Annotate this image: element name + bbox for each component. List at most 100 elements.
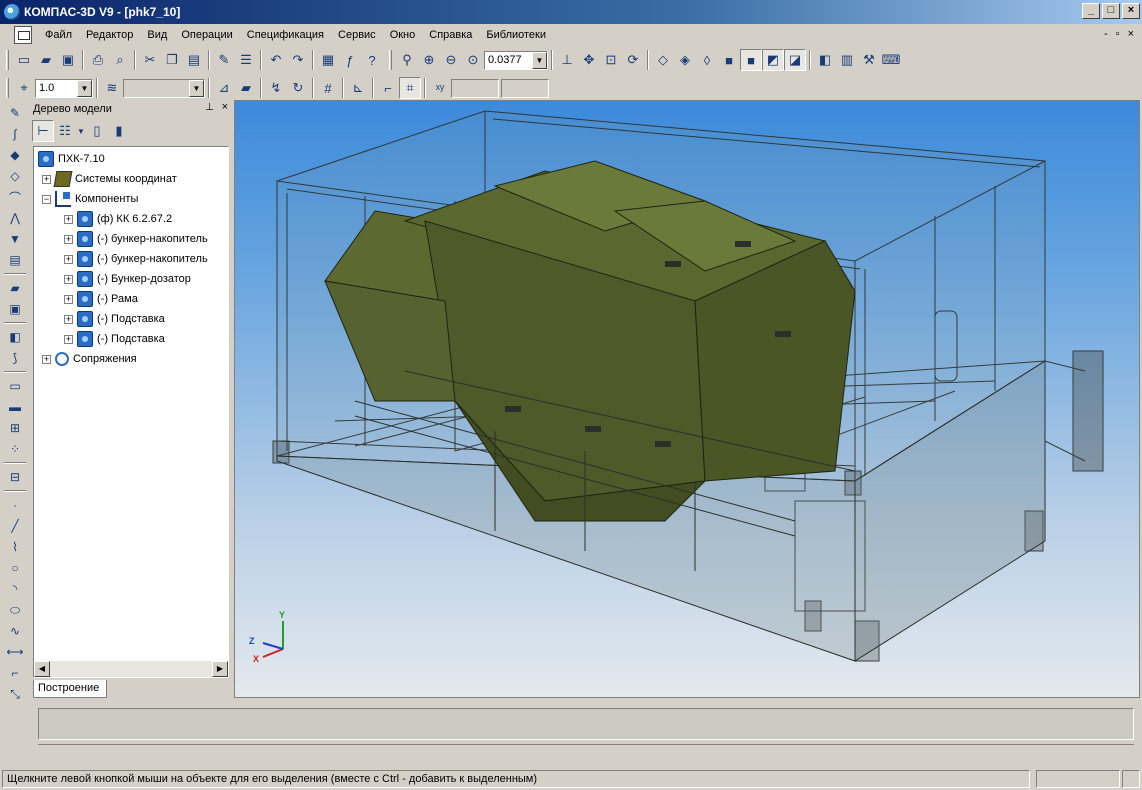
tree-item[interactable]: + (-) Бункер-дозатор [64, 269, 191, 289]
snap-icon[interactable]: ↯ [265, 77, 287, 99]
zoom-fit-icon[interactable]: ⊡ [600, 49, 622, 71]
view-manager-icon[interactable]: ⊟ [4, 467, 26, 487]
chevron-down-icon[interactable]: ▼ [77, 79, 92, 97]
coord-y-field[interactable] [501, 78, 549, 98]
shaded-edges-icon[interactable]: ■ [740, 49, 762, 71]
extrude-icon[interactable]: ◆ [4, 145, 26, 165]
menu-operations[interactable]: Операции [174, 27, 239, 43]
circle-icon[interactable]: ○ [4, 558, 26, 578]
menu-libraries[interactable]: Библиотеки [479, 27, 553, 43]
tree-item[interactable]: + (-) бункер-накопитель [64, 229, 208, 249]
tree-root[interactable]: ПХК-7.10 [38, 149, 105, 169]
menu-view[interactable]: Вид [140, 27, 174, 43]
help-pointer-icon[interactable]: ? [361, 49, 383, 71]
zoom-out-icon[interactable]: ⊖ [440, 49, 462, 71]
filter-icon[interactable]: ▼ [4, 229, 26, 249]
tree-item[interactable]: + (-) Подставка [64, 309, 165, 329]
menu-help[interactable]: Справка [422, 27, 479, 43]
tree-item[interactable]: + (-) Подставка [64, 329, 165, 349]
cut-extrude-icon[interactable]: ◇ [4, 166, 26, 186]
spline-icon[interactable]: ∿ [4, 621, 26, 641]
tree-structure-icon[interactable]: ⊢ [32, 120, 54, 142]
expand-icon[interactable]: + [64, 314, 73, 324]
new-document-icon[interactable]: ▭ [13, 49, 35, 71]
tree-view-mode-icon[interactable]: ☷ [54, 120, 76, 142]
mate-icon[interactable]: ▣ [4, 299, 26, 319]
chevron-down-icon[interactable]: ▼ [189, 79, 204, 97]
status-size-grip[interactable] [1122, 770, 1140, 788]
manager-icon[interactable]: ◧ [814, 49, 836, 71]
coord-x-field[interactable] [451, 78, 499, 98]
tree-item-components[interactable]: − Компоненты [42, 189, 138, 209]
scroll-right-icon[interactable]: ▶ [212, 661, 228, 677]
redo-icon[interactable]: ↷ [287, 49, 309, 71]
tools-icon[interactable]: ⚒ [858, 49, 880, 71]
specification-icon[interactable]: ▥ [836, 49, 858, 71]
cursor-coords-icon[interactable]: ⌗ [399, 77, 421, 99]
library-manager-icon[interactable]: ☰ [235, 49, 257, 71]
model-viewport[interactable]: Y X Z [234, 100, 1140, 698]
expand-icon[interactable]: + [64, 214, 73, 224]
layer-icon[interactable]: ≋ [101, 77, 123, 99]
expand-icon[interactable]: + [64, 334, 73, 344]
undo-icon[interactable]: ↶ [265, 49, 287, 71]
tree-item[interactable]: + (-) бункер-накопитель [64, 249, 208, 269]
ellipse-icon[interactable]: ⬭ [4, 600, 26, 620]
toolbar-grip[interactable] [6, 50, 9, 70]
step-combo[interactable]: 1.0 ▼ [35, 78, 93, 98]
variables-icon[interactable]: ▦ [317, 49, 339, 71]
expand-icon[interactable]: + [64, 254, 73, 264]
chevron-down-icon[interactable]: ▼ [532, 51, 547, 69]
print-icon[interactable]: ⎙ [87, 49, 109, 71]
tree-item-mates[interactable]: + Сопряжения [42, 349, 137, 369]
mdi-restore-button[interactable]: ▫ [1116, 28, 1120, 40]
tree-item-coord-systems[interactable]: + Системы координат [42, 169, 177, 189]
orthogonal-icon[interactable]: ⊾ [347, 77, 369, 99]
properties-icon[interactable]: ✎ [213, 49, 235, 71]
tree-properties-icon[interactable]: ▯ [86, 120, 108, 142]
menu-service[interactable]: Сервис [331, 27, 383, 43]
save-icon[interactable]: ▣ [57, 49, 79, 71]
tree-item[interactable]: + (-) Рама [64, 289, 138, 309]
close-icon[interactable]: × [222, 101, 228, 113]
function-icon[interactable]: ƒ [339, 49, 361, 71]
array-icon[interactable]: ⊞ [4, 418, 26, 438]
local-cs-icon[interactable]: ⊿ [213, 77, 235, 99]
rotate-icon[interactable]: ⟳ [622, 49, 644, 71]
shaded-icon[interactable]: ■ [718, 49, 740, 71]
hidden-lines-icon[interactable]: ◈ [674, 49, 696, 71]
pin-icon[interactable]: ⊥ [205, 102, 214, 113]
menu-file[interactable]: Файл [38, 27, 79, 43]
edit-sketch-icon[interactable]: ✎ [4, 103, 26, 123]
minimize-button[interactable]: _ [1082, 3, 1100, 19]
plane-icon[interactable]: ▰ [235, 77, 257, 99]
expand-icon[interactable]: + [42, 354, 51, 364]
surface-icon[interactable]: ◧ [4, 327, 26, 347]
copy-icon[interactable]: ❐ [161, 49, 183, 71]
pan-icon[interactable]: ✥ [578, 49, 600, 71]
tree-horizontal-scrollbar[interactable]: ◀ ▶ [34, 661, 228, 677]
keyboard-icon[interactable]: ⌨ [880, 49, 902, 71]
mdi-minimize-button[interactable]: - [1104, 28, 1108, 40]
zoom-scale-icon[interactable]: ⊙ [462, 49, 484, 71]
expand-icon[interactable]: + [64, 234, 73, 244]
arc-icon[interactable]: ◝ [4, 579, 26, 599]
chevron-down-icon[interactable]: ▼ [76, 120, 86, 142]
tree-relations-icon[interactable]: ▮ [108, 120, 130, 142]
add-component-icon[interactable]: ▰ [4, 278, 26, 298]
hidden-thin-icon[interactable]: ◊ [696, 49, 718, 71]
menu-specification[interactable]: Спецификация [240, 27, 331, 43]
grid-icon[interactable]: # [317, 77, 339, 99]
measure-icon[interactable]: ▤ [4, 250, 26, 270]
zoom-in-icon[interactable]: ⊕ [418, 49, 440, 71]
perspective-icon[interactable]: ◩ [762, 49, 784, 71]
contour-icon[interactable]: ⌐ [4, 663, 26, 683]
wireframe-icon[interactable]: ◇ [652, 49, 674, 71]
tree-item[interactable]: + (ф) КК 6.2.67.2 [64, 209, 172, 229]
round-icon[interactable]: ⌐ [377, 77, 399, 99]
xy-icon[interactable]: ˣʸ [429, 77, 451, 99]
close-button[interactable]: × [1122, 3, 1140, 19]
open-folder-icon[interactable]: ▰ [35, 49, 57, 71]
fillet-icon[interactable]: ⌒ [4, 187, 26, 207]
zoom-scale-combo[interactable]: 0.0377 ▼ [484, 50, 548, 70]
